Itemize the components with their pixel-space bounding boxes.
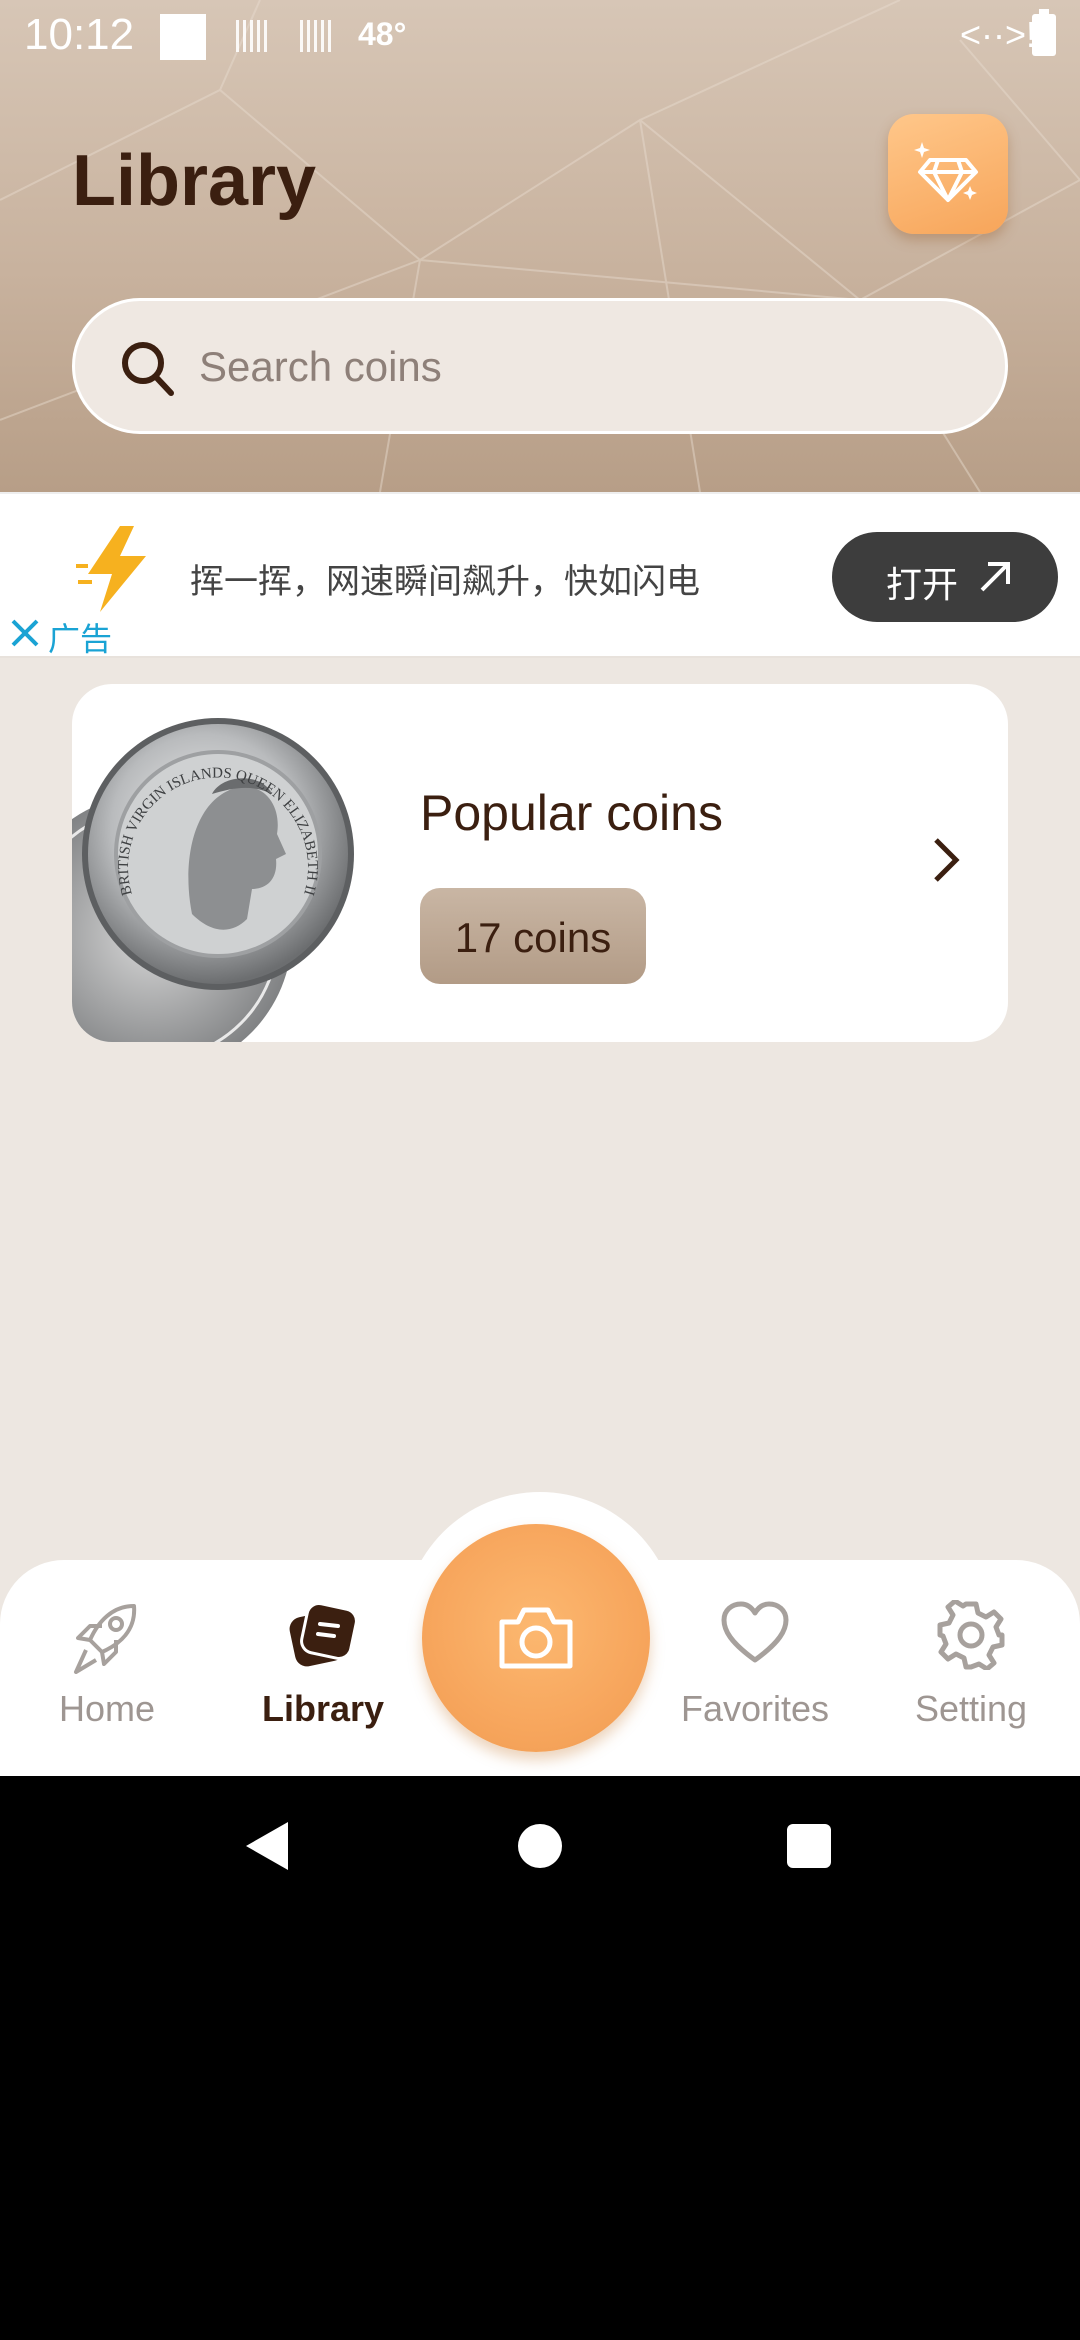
home-icon[interactable] <box>518 1824 562 1868</box>
library-icon <box>289 1602 358 1667</box>
collection-card-popular[interactable]: BRITISH VIRGIN ISLANDS QUEEN ELIZABETH I… <box>72 684 1008 1042</box>
app-screen: 10:12 48° <··>! Library Search coins 挥一挥… <box>0 0 1080 1776</box>
nav-item-library[interactable]: Library <box>233 1596 413 1736</box>
chevron-right-icon <box>934 838 960 882</box>
ad-label: 广告 <box>48 621 113 657</box>
arrow-up-right-icon <box>980 562 1010 592</box>
notification-icon <box>160 14 206 60</box>
coin-count-badge: 17 coins <box>420 888 646 984</box>
premium-button[interactable] <box>888 114 1008 234</box>
coin-count: 17 coins <box>454 914 612 961</box>
ad-banner[interactable]: 挥一挥，网速瞬间飙升，快如闪电 打开 广告 <box>0 492 1080 658</box>
nav-label-setting: Setting <box>914 1688 1028 1729</box>
battery-icon <box>1032 9 1056 56</box>
nav-label-library: Library <box>261 1688 385 1729</box>
lightning-icon <box>76 526 146 612</box>
search-input[interactable] <box>199 331 959 403</box>
status-bar: 10:12 48° <··>! <box>0 0 1080 72</box>
ad-open-button[interactable]: 打开 <box>832 532 1058 622</box>
ad-text: 挥一挥，网速瞬间飙升，快如闪电 <box>190 563 700 601</box>
search-bar[interactable] <box>72 298 1008 434</box>
diamond-icon <box>914 142 978 202</box>
nav-label-home: Home <box>58 1688 156 1729</box>
nav-item-home[interactable]: Home <box>17 1596 197 1736</box>
camera-button[interactable] <box>422 1524 650 1752</box>
heart-icon <box>721 1601 789 1663</box>
rocket-icon <box>74 1604 137 1674</box>
page-title: Library <box>72 141 317 221</box>
sim-icon <box>236 20 268 52</box>
nav-item-setting[interactable]: Setting <box>881 1596 1061 1736</box>
sim-icon <box>300 20 332 52</box>
coin-image: BRITISH VIRGIN ISLANDS QUEEN ELIZABETH I… <box>72 684 354 1042</box>
status-time: 10:12 <box>24 10 135 59</box>
ad-close-icon[interactable] <box>10 618 40 648</box>
gear-icon <box>937 1600 1005 1670</box>
nav-item-favorites[interactable]: Favorites <box>665 1596 845 1736</box>
ad-open-label: 打开 <box>886 564 959 605</box>
network-icon: <··>! <box>960 14 1037 55</box>
header: 10:12 48° <··>! Library <box>0 0 1080 492</box>
system-nav-bar <box>0 1776 1080 1920</box>
nav-label-favorites: Favorites <box>680 1688 830 1729</box>
status-temperature: 48° <box>358 16 407 52</box>
camera-icon <box>499 1607 573 1669</box>
back-icon[interactable] <box>244 1820 290 1872</box>
recent-apps-icon[interactable] <box>787 1824 831 1868</box>
search-icon <box>122 342 174 396</box>
collection-title: Popular coins <box>420 785 723 841</box>
